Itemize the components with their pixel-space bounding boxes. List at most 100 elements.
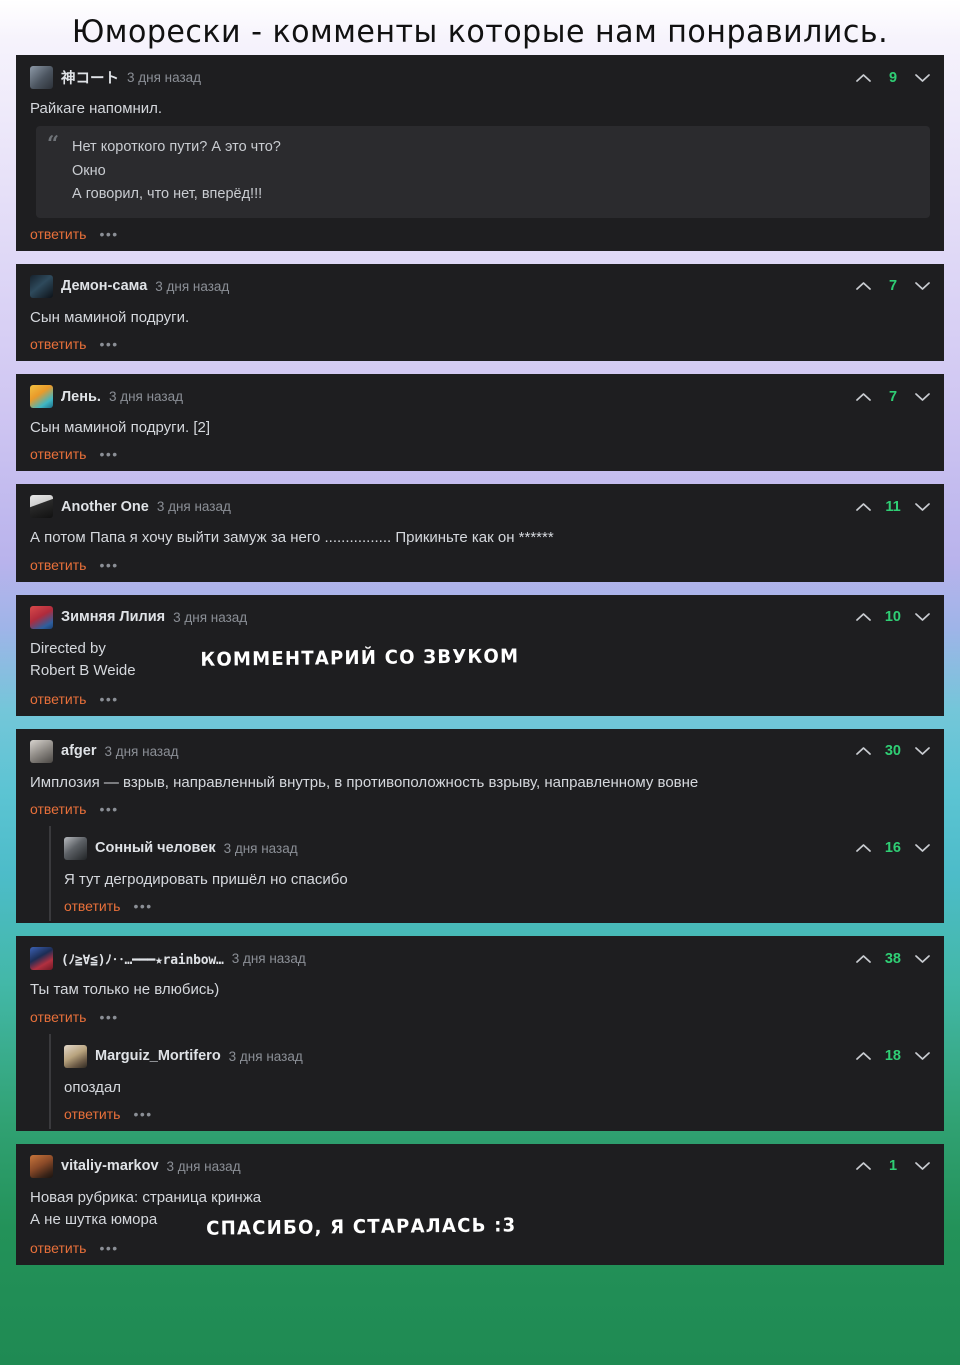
upvote-icon[interactable]	[856, 392, 871, 402]
downvote-icon[interactable]	[915, 954, 930, 964]
username[interactable]: 神コート	[61, 67, 119, 88]
downvote-icon[interactable]	[915, 502, 930, 512]
avatar[interactable]	[30, 66, 53, 89]
reply-button[interactable]: ответить	[30, 336, 86, 352]
downvote-icon[interactable]	[915, 843, 930, 853]
upvote-icon[interactable]	[856, 281, 871, 291]
username[interactable]: Marguiz_Mortifero	[95, 1048, 221, 1064]
upvote-icon[interactable]	[856, 1051, 871, 1061]
username[interactable]: vitaliy-markov	[61, 1158, 159, 1174]
more-options-icon[interactable]: •••	[99, 447, 118, 461]
page-title: Юморески - комменты которые нам понравил…	[71, 14, 889, 50]
avatar[interactable]	[30, 385, 53, 409]
more-options-icon[interactable]: •••	[99, 227, 118, 241]
more-options-icon[interactable]: •••	[99, 1010, 118, 1024]
username[interactable]: Демон-сама	[61, 278, 147, 294]
downvote-icon[interactable]	[915, 73, 930, 83]
comment: Зимняя Лилия 3 дня назад 10 Directed by …	[16, 595, 944, 716]
more-options-icon[interactable]: •••	[99, 337, 118, 351]
reply-button[interactable]: ответить	[30, 446, 86, 462]
username[interactable]: Лень.	[61, 389, 101, 405]
comment: Another One 3 дня назад 11 А потом Папа …	[16, 484, 944, 581]
comment-actions: ответить •••	[30, 557, 930, 573]
timestamp: 3 дня назад	[173, 609, 248, 625]
downvote-icon[interactable]	[915, 392, 930, 402]
comment-actions: ответить •••	[30, 691, 930, 707]
username[interactable]: Сонный человек	[95, 840, 216, 856]
reply-button[interactable]: ответить	[64, 1106, 120, 1122]
comment-thread: Зимняя Лилия 3 дня назад 10 Directed by …	[16, 594, 944, 716]
comment-thread: vitaliy-markov 3 дня назад 1 Новая рубри…	[16, 1143, 944, 1265]
upvote-icon[interactable]	[856, 843, 871, 853]
avatar[interactable]	[30, 605, 53, 629]
comment-actions: ответить •••	[64, 1106, 930, 1122]
vote-controls: 38	[856, 951, 930, 967]
avatar[interactable]	[64, 1044, 87, 1068]
downvote-icon[interactable]	[915, 612, 930, 622]
username[interactable]: Another One	[61, 499, 149, 515]
comment-thread: 神コート 3 дня назад 9 Райкаге напомнил. “ Н…	[16, 55, 944, 251]
vote-score: 9	[888, 69, 898, 86]
reply-button[interactable]: ответить	[30, 557, 86, 573]
reply-button[interactable]: ответить	[30, 691, 86, 707]
username[interactable]: Зимняя Лилия	[61, 609, 165, 625]
avatar[interactable]	[30, 947, 53, 971]
upvote-icon[interactable]	[856, 502, 871, 512]
downvote-icon[interactable]	[915, 746, 930, 756]
reply-button[interactable]: ответить	[30, 1009, 86, 1025]
timestamp: 3 дня назад	[156, 499, 231, 515]
comment-line: Ты там только не влюбись)	[30, 981, 220, 999]
upvote-icon[interactable]	[856, 1161, 871, 1171]
comment-line: Новая рубрика: страница кринжа	[30, 1188, 262, 1206]
avatar[interactable]	[30, 739, 53, 763]
more-options-icon[interactable]: •••	[99, 558, 118, 572]
more-options-icon[interactable]: •••	[133, 1107, 152, 1121]
comment-line: Я тут дегродировать пришёл но спасибо	[64, 870, 348, 888]
comment-body: А потом Папа я хочу выйти замуж за него …	[30, 527, 930, 548]
quote-block: “ Нет короткого пути? А это что? Окно А …	[36, 126, 930, 218]
timestamp: 3 дня назад	[231, 951, 306, 967]
upvote-icon[interactable]	[856, 746, 871, 756]
comment-body: Ты там только не влюбись)	[30, 979, 930, 1000]
comment: vitaliy-markov 3 дня назад 1 Новая рубри…	[16, 1144, 944, 1265]
timestamp: 3 дня назад	[127, 70, 202, 85]
more-options-icon[interactable]: •••	[99, 1241, 118, 1255]
vote-controls: 9	[856, 70, 930, 86]
avatar[interactable]	[64, 836, 87, 860]
vote-score: 7	[888, 388, 898, 405]
overlay-caption-thanks: СПАСИБО, Я СТАРАЛАСЬ :3	[206, 1214, 517, 1240]
reply-button[interactable]: ответить	[30, 801, 86, 817]
downvote-icon[interactable]	[915, 281, 930, 291]
avatar[interactable]	[30, 274, 53, 298]
username[interactable]: afger	[61, 743, 96, 759]
comment-line: Райкаге напомнил.	[30, 100, 163, 117]
comment: 神コート 3 дня назад 9 Райкаге напомнил. “ Н…	[16, 55, 944, 251]
more-options-icon[interactable]: •••	[99, 802, 118, 816]
upvote-icon[interactable]	[856, 612, 871, 622]
comment-header: (ﾉ≧∀≦)ﾉ‥…━━━★rainbow… 3 дня назад 38	[30, 947, 930, 971]
reply-button[interactable]: ответить	[64, 898, 120, 914]
vote-score: 30	[884, 743, 901, 760]
comment-thread: afger 3 дня назад 30 Имплозия — взрыв, н…	[16, 728, 944, 924]
comment: (ﾉ≧∀≦)ﾉ‥…━━━★rainbow… 3 дня назад 38 Ты …	[16, 936, 944, 1033]
comment-header: Лень. 3 дня назад 7	[30, 385, 930, 409]
downvote-icon[interactable]	[915, 1161, 930, 1171]
downvote-icon[interactable]	[915, 1051, 930, 1061]
vote-score: 7	[888, 278, 898, 295]
timestamp: 3 дня назад	[155, 278, 230, 294]
reply-button[interactable]: ответить	[30, 1240, 86, 1256]
avatar[interactable]	[30, 495, 53, 519]
comment-reply: Сонный человек 3 дня назад 16 Я тут дегр…	[16, 825, 944, 923]
comment-thread: Лень. 3 дня назад 7 Сын маминой подруги.…	[16, 374, 944, 472]
upvote-icon[interactable]	[856, 954, 871, 964]
comment-line: опоздал	[64, 1078, 122, 1096]
upvote-icon[interactable]	[856, 73, 871, 83]
username[interactable]: (ﾉ≧∀≦)ﾉ‥…━━━★rainbow…	[61, 949, 224, 968]
avatar[interactable]	[30, 1154, 53, 1178]
comment-header: vitaliy-markov 3 дня назад 1	[30, 1154, 930, 1178]
comment-header: 神コート 3 дня назад 9	[30, 66, 930, 89]
more-options-icon[interactable]: •••	[133, 899, 152, 913]
vote-controls: 7	[856, 389, 930, 405]
more-options-icon[interactable]: •••	[99, 692, 118, 706]
reply-button[interactable]: ответить	[30, 226, 86, 242]
